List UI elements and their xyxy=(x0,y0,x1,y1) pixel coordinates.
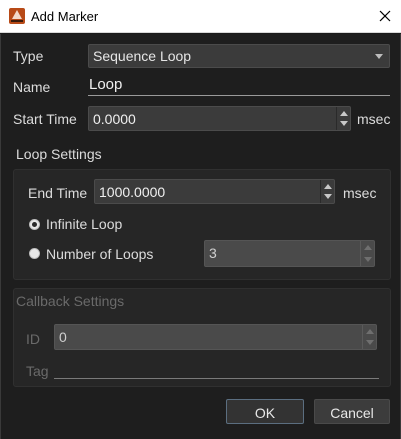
number-of-loops-value: 3 xyxy=(209,245,217,261)
infinite-loop-label[interactable]: Infinite Loop xyxy=(46,216,122,232)
spin-up-icon[interactable] xyxy=(324,184,332,189)
chevron-down-icon xyxy=(375,54,383,59)
end-time-unit: msec xyxy=(343,185,377,201)
start-time-label: Start Time xyxy=(13,111,77,127)
app-logo-icon xyxy=(9,8,25,24)
tag-input[interactable] xyxy=(54,360,379,379)
infinite-loop-radio[interactable] xyxy=(29,219,40,230)
number-of-loops-radio[interactable] xyxy=(29,248,40,259)
start-time-unit: msec xyxy=(357,111,391,127)
window-title: Add Marker xyxy=(31,9,99,24)
radio-selected-dot xyxy=(32,222,37,227)
number-of-loops-spinbox[interactable]: 3 xyxy=(204,240,375,267)
spin-down-icon[interactable] xyxy=(364,257,372,262)
end-time-label: End Time xyxy=(28,185,88,201)
id-label: ID xyxy=(26,331,40,347)
start-time-value: 0.0000 xyxy=(93,111,136,127)
name-input[interactable]: Loop xyxy=(88,75,390,96)
number-of-loops-label[interactable]: Number of Loops xyxy=(46,246,153,262)
type-combo[interactable]: Sequence Loop xyxy=(88,44,390,68)
end-time-value: 1000.0000 xyxy=(99,184,166,200)
tag-label: Tag xyxy=(26,363,49,379)
close-icon[interactable] xyxy=(372,4,398,28)
type-label: Type xyxy=(13,48,44,64)
dialog-body: Type Sequence Loop Name Loop Start Time … xyxy=(0,34,401,439)
spin-down-icon[interactable] xyxy=(324,194,332,199)
title-bar: Add Marker xyxy=(0,0,401,33)
ok-button[interactable]: OK xyxy=(226,399,304,424)
callback-settings-title: Callback Settings xyxy=(16,293,125,309)
end-time-spinbox[interactable]: 1000.0000 xyxy=(94,179,335,204)
spin-down-icon[interactable] xyxy=(340,121,348,126)
spin-up-icon[interactable] xyxy=(364,245,372,250)
type-combo-value: Sequence Loop xyxy=(93,48,192,64)
loop-settings-title: Loop Settings xyxy=(16,146,102,162)
id-spinbox[interactable]: 0 xyxy=(54,324,377,350)
spin-up-icon[interactable] xyxy=(366,329,374,334)
spin-down-icon[interactable] xyxy=(366,340,374,345)
start-time-spinbox[interactable]: 0.0000 xyxy=(88,106,351,131)
cancel-button[interactable]: Cancel xyxy=(314,399,390,424)
id-value: 0 xyxy=(59,329,67,345)
name-label: Name xyxy=(13,79,51,95)
spin-up-icon[interactable] xyxy=(340,111,348,116)
